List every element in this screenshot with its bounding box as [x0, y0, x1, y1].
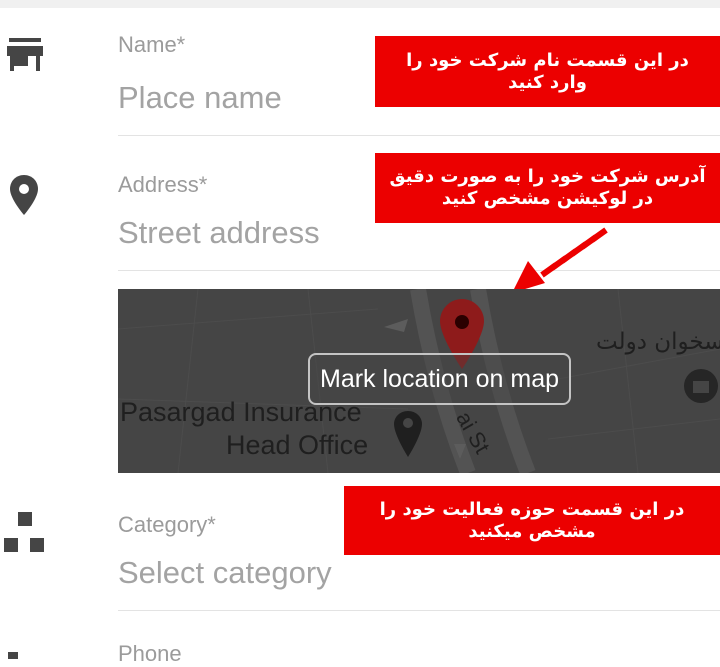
- category-label: Category*: [118, 512, 216, 537]
- category-select[interactable]: Select category: [118, 555, 332, 591]
- category-annotation: در این قسمت حوزه فعالیت خود را مشخص میکن…: [344, 486, 720, 555]
- phone-icon: [8, 646, 18, 664]
- name-annotation: در این قسمت نام شرکت خود را وارد کنید: [375, 36, 720, 107]
- address-divider: [118, 270, 720, 271]
- storefront-icon: [7, 38, 43, 77]
- map-rtl-label: سخوان دولت: [596, 329, 720, 355]
- address-label: Address*: [118, 172, 208, 197]
- phone-label: Phone: [118, 641, 182, 666]
- location-pin-icon: [10, 175, 38, 220]
- street-address-input[interactable]: Street address: [118, 215, 320, 251]
- name-divider: [118, 135, 720, 136]
- map-preview[interactable]: Pasargad Insurance Head Office سخوان دول…: [118, 289, 720, 473]
- category-icon: [4, 512, 46, 559]
- map-place-label: Head Office: [226, 430, 369, 460]
- category-divider: [118, 610, 720, 611]
- mark-location-button[interactable]: Mark location on map: [308, 353, 572, 405]
- top-bar: [0, 0, 720, 8]
- place-name-input[interactable]: Place name: [118, 80, 282, 116]
- address-annotation: آدرس شرکت خود را به صورت دقیق در لوکیشن …: [375, 153, 720, 223]
- name-label: Name*: [118, 32, 186, 57]
